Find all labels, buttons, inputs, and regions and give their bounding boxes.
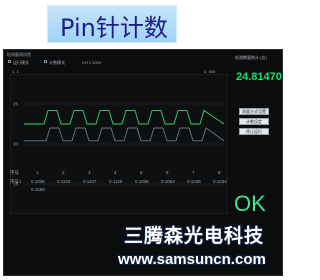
mode-checkbox-b[interactable] — [44, 60, 47, 63]
waveform-chart: 252015 — [10, 74, 228, 214]
table-column-header: 3 — [88, 170, 91, 175]
table-row-label: 序号1 — [10, 179, 22, 184]
count-settings-button[interactable]: 计数设定 — [239, 118, 269, 125]
image-frame: Pin针计数 检测量测试验 运行模式 计数模式 CH 1 200V 1. 1 0… — [0, 0, 287, 280]
table-cell: 0.1036 — [31, 179, 45, 184]
table-cell: 0.1134 — [57, 179, 71, 184]
table-cell: 0.1167 — [83, 179, 97, 184]
table-column-header: 8 — [218, 170, 221, 175]
stop-button[interactable]: 停止运行 — [239, 128, 269, 135]
watermark-company: 三腾森光电科技 — [124, 225, 265, 247]
measurement-value: 24.81470 — [236, 71, 282, 83]
table-cell: 0.1064 — [161, 179, 175, 184]
table-cell: 0.1046 — [187, 179, 201, 184]
y-tick-label: 20 — [13, 142, 19, 147]
table-cell: 0.1125 — [109, 179, 123, 184]
mode-label-b: 计数模式 — [49, 60, 65, 65]
mode-checkbox-a[interactable] — [8, 60, 11, 63]
table-column-header: 4 — [114, 170, 117, 175]
channel-readout: CH 1 200V — [82, 60, 102, 65]
table-cell: 0.1034 — [213, 179, 227, 184]
table-column-header: 7 — [192, 170, 195, 175]
table-column-header: 5 — [140, 170, 143, 175]
measure-settings-button[interactable]: 测量方式设置 — [239, 108, 269, 115]
table-column-header: 6 — [166, 170, 169, 175]
table-cell: 0.1036 — [135, 179, 149, 184]
table-column-header: 2 — [62, 170, 65, 175]
mode-label-a: 运行模式 — [13, 60, 29, 65]
table-column-header: 1 — [36, 170, 39, 175]
table-extra-value: 0.4298 — [31, 187, 45, 192]
measurement-label: 检测数量统计 (位) — [235, 55, 267, 60]
watermark-url: www.samsuncn.com — [118, 251, 266, 268]
result-status: OK — [234, 191, 266, 216]
banner-title: Pin针计数 — [60, 14, 168, 42]
window-title: 检测量测试验 — [7, 52, 31, 57]
table-header-label: 序号 — [10, 170, 19, 175]
y-tick-label: 25 — [13, 102, 19, 107]
